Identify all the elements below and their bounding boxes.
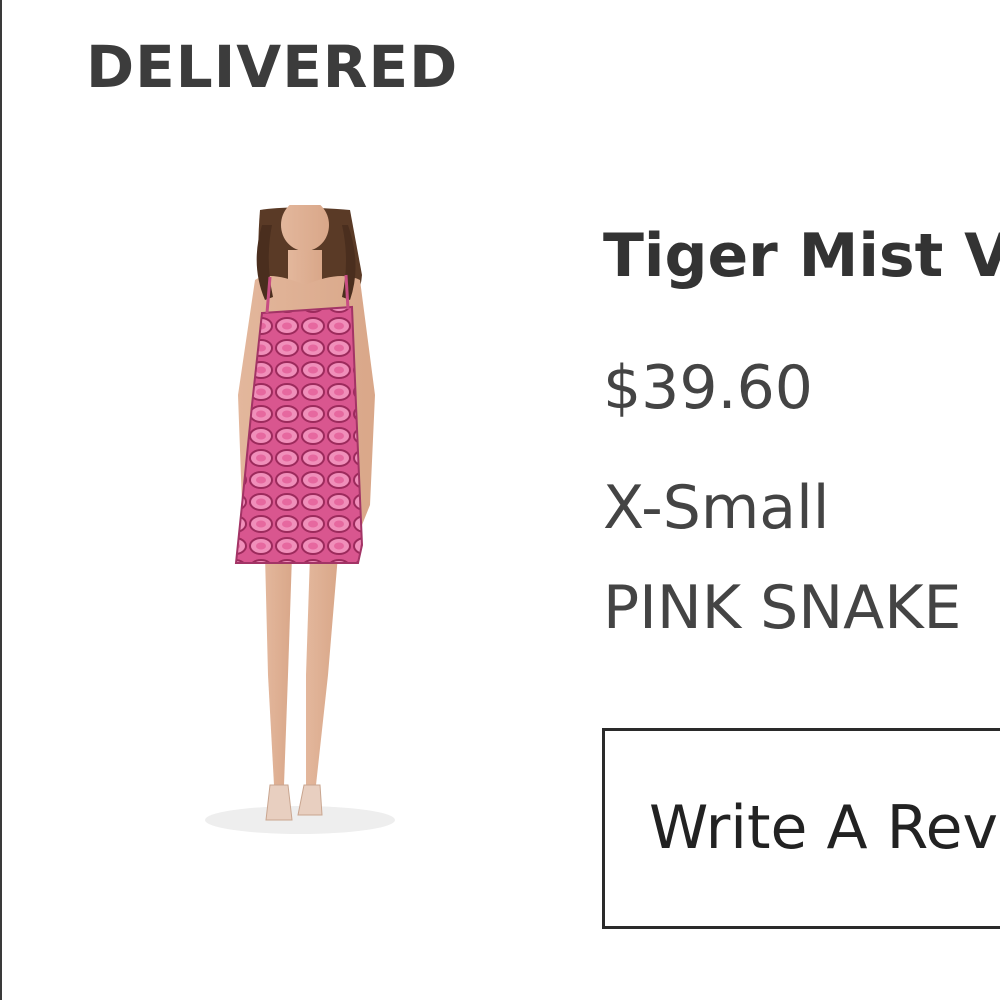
card-left-border	[0, 0, 2, 1000]
order-item-card: DELIVERED Tiger Mist V $39.60 X-Small PI…	[0, 0, 1000, 1000]
product-color: PINK SNAKE	[603, 573, 962, 643]
product-size: X-Small	[603, 473, 830, 543]
product-price: $39.60	[603, 353, 813, 423]
write-review-button[interactable]: Write A Review	[602, 728, 1000, 929]
order-status-label: DELIVERED	[86, 33, 459, 101]
product-name[interactable]: Tiger Mist Viper	[603, 223, 1000, 289]
product-image[interactable]	[170, 199, 440, 865]
dress-model-illustration	[205, 199, 395, 834]
write-review-label: Write A Review	[649, 793, 1000, 863]
